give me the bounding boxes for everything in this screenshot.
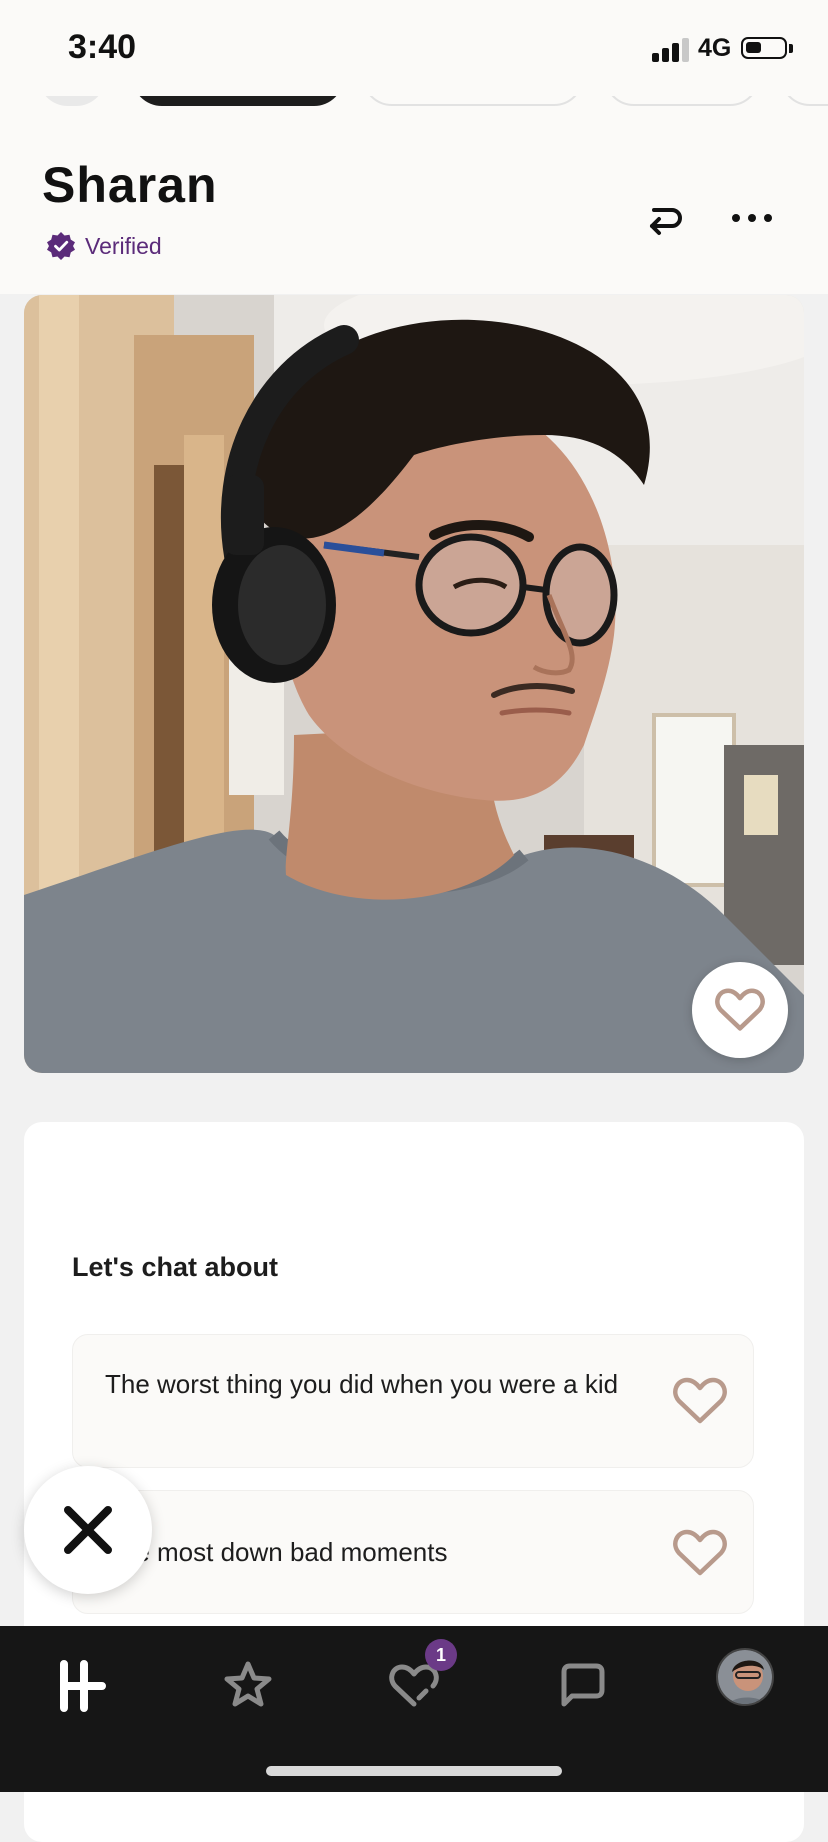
home-indicator [266,1766,562,1776]
tab-matches[interactable] [548,1654,612,1718]
filter-chip[interactable] [362,96,584,106]
chat-icon [561,1663,605,1707]
filter-chip-settings[interactable] [38,96,106,106]
profile-photo[interactable] [24,295,804,1073]
prompt-item[interactable]: The most down bad moments [72,1490,754,1614]
heart-icon [673,1377,727,1424]
verified-badge: Verified [46,230,162,262]
close-icon [64,1506,112,1554]
tab-home[interactable] [50,1654,114,1718]
verified-label: Verified [85,232,162,259]
prompt-item[interactable]: The worst thing you did when you were a … [72,1334,754,1468]
prompt-item-text: The most down bad moments [105,1537,448,1567]
skip-button[interactable] [24,1466,152,1594]
profile-name: Sharan [42,157,218,213]
undo-icon [650,208,682,235]
prompt-item-text: The worst thing you did when you were a … [105,1369,619,1399]
more-icon [732,214,772,222]
filter-chip[interactable] [604,96,760,106]
tab-standouts[interactable] [216,1654,280,1718]
photo-like-button[interactable] [692,962,788,1058]
prompt-like-button[interactable] [673,1529,727,1577]
profile-header: Sharan Verified [0,96,828,294]
battery-icon [741,37,787,59]
filter-chip-active[interactable] [132,96,344,106]
status-bar: 3:40 4G [0,0,828,96]
profile-photo-image [24,295,804,1073]
likes-badge: 1 [425,1639,457,1671]
heart-icon [673,1529,727,1576]
prompt-section-title: Let's chat about [72,1252,278,1282]
verified-icon [47,232,75,260]
more-options-button[interactable] [730,196,774,240]
status-time: 3:40 [68,28,137,66]
network-label: 4G [698,34,732,62]
home-icon [60,1660,106,1712]
star-icon [224,1661,272,1707]
filter-chip[interactable] [780,96,828,106]
undo-button[interactable] [644,196,688,240]
heart-icon [715,988,765,1031]
profile-avatar[interactable] [716,1648,774,1706]
prompt-like-button[interactable] [673,1377,727,1425]
signal-icon [652,38,692,62]
